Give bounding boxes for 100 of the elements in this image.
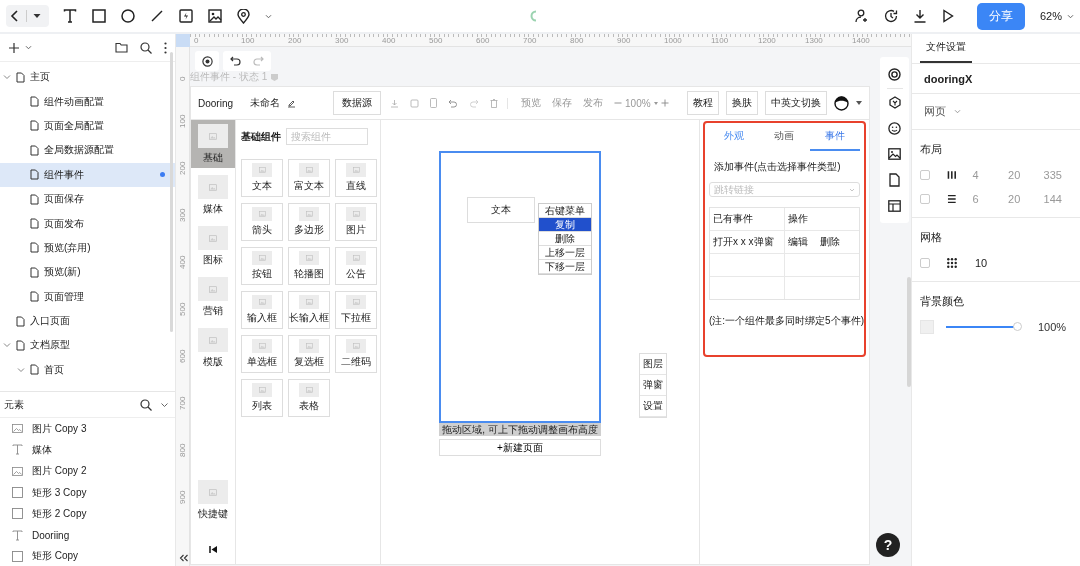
resize-handle[interactable]: 拖动区域, 可上下拖动调整画布高度	[439, 423, 601, 436]
shortcut-tab[interactable]: 快捷键	[191, 476, 235, 524]
tab[interactable]: 文件设置	[920, 40, 972, 63]
page-item[interactable]: 页面全局配置	[0, 113, 175, 139]
search-field[interactable]: 搜索组件	[286, 128, 368, 145]
ruler-label: 1200	[758, 36, 776, 46]
category-tab[interactable]: 图标	[191, 222, 235, 270]
section-title: 网格	[920, 230, 943, 245]
ruler-label: 0	[178, 76, 187, 81]
header-button[interactable]: 教程	[687, 91, 719, 115]
component-tile[interactable]: 图片	[335, 203, 377, 241]
page-item[interactable]: 页面发布	[0, 211, 175, 236]
page-item[interactable]: 页面管理	[0, 284, 175, 309]
share-button[interactable]: 分享	[976, 2, 1025, 30]
element-item[interactable]: 矩形 Copy	[0, 545, 175, 566]
menu-item[interactable]: 下移一层	[539, 260, 591, 274]
page-item[interactable]: 组件动画配置	[0, 89, 175, 114]
section-title: 布局	[920, 142, 943, 157]
ruler-label: 1000	[664, 36, 682, 46]
component-tile[interactable]: 按钮	[241, 247, 283, 285]
element-item[interactable]: 媒体	[0, 439, 175, 461]
ruler-label: 1100	[711, 36, 729, 46]
tab[interactable]: 事件	[809, 123, 860, 151]
ruler-label: 100	[241, 36, 255, 46]
component-tile[interactable]: 富文本	[288, 159, 330, 197]
text-element[interactable]: 文本	[467, 197, 535, 223]
zoom-dropdown[interactable]: 62%	[1039, 10, 1062, 22]
header-button[interactable]: 中英文切换	[765, 91, 827, 115]
event-type-select[interactable]: 跳转链接	[709, 182, 860, 197]
help-button[interactable]: ?	[876, 533, 900, 557]
element-item[interactable]: 图片 Copy 2	[0, 460, 175, 482]
page-item[interactable]: 全局数据源配置	[0, 138, 175, 163]
ruler-label: 500	[178, 302, 187, 316]
section-title: 背景颜色	[920, 294, 965, 309]
new-page-button[interactable]: +新建页面	[439, 439, 601, 456]
component-tile[interactable]: 二维码	[335, 335, 377, 373]
action-link[interactable]: 删除	[820, 235, 840, 249]
ruler-label: 200	[178, 161, 187, 175]
element-item[interactable]: Dooriing	[0, 524, 175, 546]
component-tile[interactable]: 多边形	[288, 203, 330, 241]
component-tile[interactable]: 单选框	[241, 335, 283, 373]
tab[interactable]: 动画	[759, 123, 810, 151]
element-item[interactable]: 图片 Copy 3	[0, 418, 175, 440]
ruler-label: 700	[178, 396, 187, 410]
header-button[interactable]: 换肤	[726, 91, 758, 115]
page-item[interactable]: 页面保存	[0, 186, 175, 212]
element-item[interactable]: 矩形 3 Copy	[0, 481, 175, 504]
component-tile[interactable]: 下拉框	[335, 291, 377, 329]
component-tile[interactable]: 文本	[241, 159, 283, 197]
component-tile[interactable]: 直线	[335, 159, 377, 197]
ruler-label: 900	[617, 36, 631, 46]
ruler-label: 400	[382, 36, 396, 46]
page-item[interactable]: 组件事件	[0, 162, 175, 187]
component-tile[interactable]: 表格	[288, 379, 330, 417]
component-tile[interactable]: 轮播图	[288, 247, 330, 285]
column-header: 已有事件	[710, 208, 785, 230]
panel-title: 基础组件	[241, 129, 281, 144]
ruler-label: 700	[523, 36, 537, 46]
component-tile[interactable]: 长输入框	[288, 291, 330, 329]
side-tab[interactable]: 设置	[640, 396, 666, 417]
category-tab[interactable]: 模版	[191, 324, 235, 372]
grid-size-value[interactable]: 10	[975, 257, 988, 269]
element-item[interactable]: 矩形 2 Copy	[0, 503, 175, 525]
data-source-button[interactable]: 数据源	[333, 91, 382, 115]
component-tile[interactable]: 箭头	[241, 203, 283, 241]
column-header: 操作	[787, 212, 809, 226]
category-tab[interactable]: 营销	[191, 273, 235, 321]
page-type-dropdown[interactable]: 网页	[924, 104, 946, 119]
category-tab[interactable]: 基础	[191, 120, 235, 168]
component-tile[interactable]: 输入框	[241, 291, 283, 329]
action-link[interactable]: 编辑	[788, 235, 808, 249]
ruler-label: 600	[178, 349, 187, 363]
page-item[interactable]: 文档原型	[0, 333, 175, 358]
component-tile[interactable]: 列表	[241, 379, 283, 417]
field-label: 添加事件(点击选择事件类型)	[714, 160, 842, 174]
component-tile[interactable]: 复选框	[288, 335, 330, 373]
page-item[interactable]: 预览(新)	[0, 260, 175, 285]
ruler-label: 1400	[852, 36, 870, 46]
category-tab[interactable]: 媒体	[191, 171, 235, 219]
ruler-label: 300	[178, 208, 187, 222]
menu-item[interactable]: 复制	[539, 218, 591, 232]
component-tile[interactable]: 公告	[335, 247, 377, 285]
zoom-value: 100%	[625, 97, 651, 109]
document-name: dooringX	[924, 72, 973, 85]
ruler-label: 200	[288, 36, 302, 46]
menu-item[interactable]: 上移一层	[539, 246, 591, 260]
ruler-label: 100	[178, 114, 187, 128]
opacity-value: 100%	[1038, 321, 1067, 333]
ruler-label: 800	[570, 36, 584, 46]
tab[interactable]: 外观	[709, 123, 760, 151]
page-item[interactable]: 预览(弃用)	[0, 235, 175, 261]
ruler-label: 0	[194, 36, 199, 46]
side-tab[interactable]: 图层	[640, 354, 666, 375]
menu-item[interactable]: 删除	[539, 232, 591, 246]
table-cell: 打开x x x弹窗	[710, 231, 785, 253]
side-tab[interactable]: 弹窗	[640, 375, 666, 396]
page-item[interactable]: 入口页面	[0, 308, 175, 334]
page-item[interactable]: 主页	[0, 65, 175, 90]
page-item[interactable]: 首页	[0, 357, 175, 383]
ruler-label: 800	[178, 443, 187, 457]
